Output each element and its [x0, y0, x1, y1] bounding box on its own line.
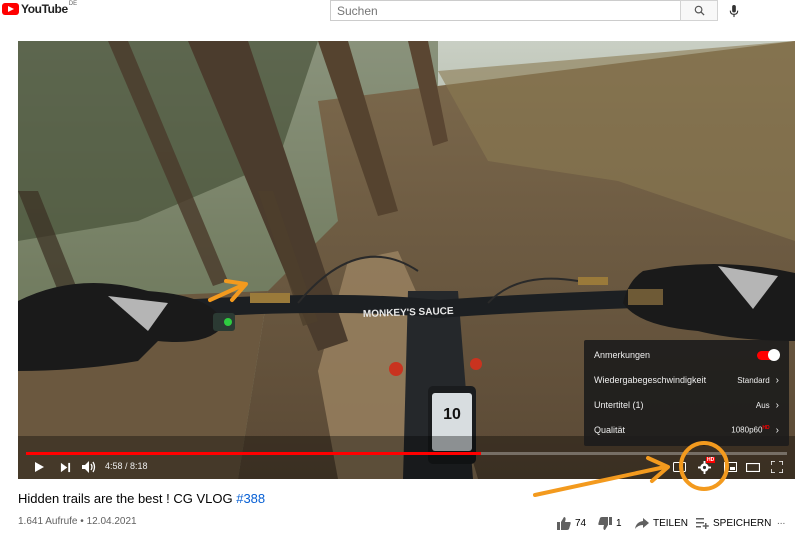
video-player[interactable]: 10 MONKEY'S SAUCE Anmerkungen Wiedergabe…: [18, 41, 795, 479]
time-display: 4:58 / 8:18: [105, 461, 148, 471]
time-current: 4:58: [105, 461, 123, 471]
annotations-toggle[interactable]: [757, 348, 780, 361]
upload-date: 12.04.2021: [86, 516, 137, 527]
settings-row-quality[interactable]: Qualität 1080p60HD ›: [584, 418, 789, 442]
more-actions-button[interactable]: ...: [777, 512, 785, 530]
hd-badge: HD: [762, 425, 770, 432]
youtube-logo[interactable]: YouTube DE: [2, 1, 78, 16]
fullscreen-icon: [771, 461, 783, 473]
miniplayer-icon: [723, 462, 737, 472]
theater-mode-button[interactable]: [745, 459, 761, 475]
voice-search-button[interactable]: [724, 1, 744, 21]
save-button[interactable]: SPEICHERN: [696, 514, 771, 532]
play-button[interactable]: [31, 459, 47, 475]
miniplayer-button[interactable]: [722, 459, 738, 475]
bike-display-number: 10: [443, 406, 461, 423]
video-title: Hidden trails are the best ! CG VLOG #38…: [18, 491, 265, 506]
player-controls: 4:58 / 8:18 HD: [18, 456, 795, 478]
settings-label: Wiedergabegeschwindigkeit: [594, 375, 707, 385]
video-hashtag-link[interactable]: #388: [236, 491, 265, 506]
progress-bar[interactable]: [26, 452, 787, 455]
chevron-right-icon: ›: [775, 374, 779, 386]
masthead: YouTube DE: [0, 0, 800, 22]
subtitles-button[interactable]: [671, 459, 687, 475]
logo-text: YouTube: [21, 2, 68, 16]
theater-icon: [746, 462, 760, 472]
more-icon: ...: [777, 515, 786, 527]
thumbs-up-icon: [557, 516, 571, 530]
settings-label: Anmerkungen: [594, 350, 651, 360]
settings-value: Aus: [755, 400, 770, 410]
hd-indicator-badge: HD: [706, 457, 716, 463]
settings-value: 1080p60HD: [731, 425, 769, 435]
search-icon: [694, 5, 705, 16]
volume-icon: [82, 461, 96, 473]
chevron-right-icon: ›: [775, 399, 779, 411]
mute-button[interactable]: [81, 459, 97, 475]
logo-country-code: DE: [68, 1, 78, 7]
share-button[interactable]: TEILEN: [635, 514, 688, 532]
share-label: TEILEN: [653, 517, 689, 529]
playlist-add-icon: [696, 517, 709, 529]
quality-value: 1080p60: [731, 425, 763, 435]
share-icon: [635, 517, 649, 529]
settings-label: Untertitel (1): [594, 400, 644, 410]
dislike-count: 1: [616, 517, 622, 529]
like-button[interactable]: 74: [557, 514, 586, 532]
settings-row-annotations[interactable]: Anmerkungen: [584, 343, 789, 367]
settings-row-subtitles[interactable]: Untertitel (1) Aus ›: [584, 393, 789, 417]
settings-menu: Anmerkungen Wiedergabegeschwindigkeit St…: [584, 340, 789, 446]
dislike-button[interactable]: 1: [598, 514, 622, 532]
search-button[interactable]: [680, 0, 718, 21]
like-count: 74: [575, 517, 587, 529]
search-input[interactable]: [330, 0, 680, 21]
chevron-right-icon: ›: [775, 424, 779, 436]
next-button[interactable]: [57, 459, 73, 475]
settings-row-playback-speed[interactable]: Wiedergabegeschwindigkeit Standard ›: [584, 368, 789, 392]
subtitles-icon: [672, 462, 686, 472]
video-meta: 1.641 Aufrufe • 12.04.2021: [18, 516, 137, 527]
settings-label: Qualität: [594, 425, 626, 435]
youtube-play-icon: [2, 3, 19, 15]
save-label: SPEICHERN: [713, 517, 772, 529]
play-icon: [35, 462, 44, 472]
microphone-icon: [729, 4, 739, 17]
settings-button[interactable]: HD: [696, 457, 716, 475]
time-total: 8:18: [130, 461, 148, 471]
view-count: 1.641 Aufrufe: [18, 516, 78, 527]
settings-value: Standard: [737, 375, 770, 385]
skip-next-icon: [60, 462, 70, 472]
fullscreen-button[interactable]: [769, 459, 785, 475]
video-title-text: Hidden trails are the best ! CG VLOG: [18, 491, 237, 506]
progress-played: [26, 452, 482, 455]
thumbs-down-icon: [598, 516, 612, 530]
